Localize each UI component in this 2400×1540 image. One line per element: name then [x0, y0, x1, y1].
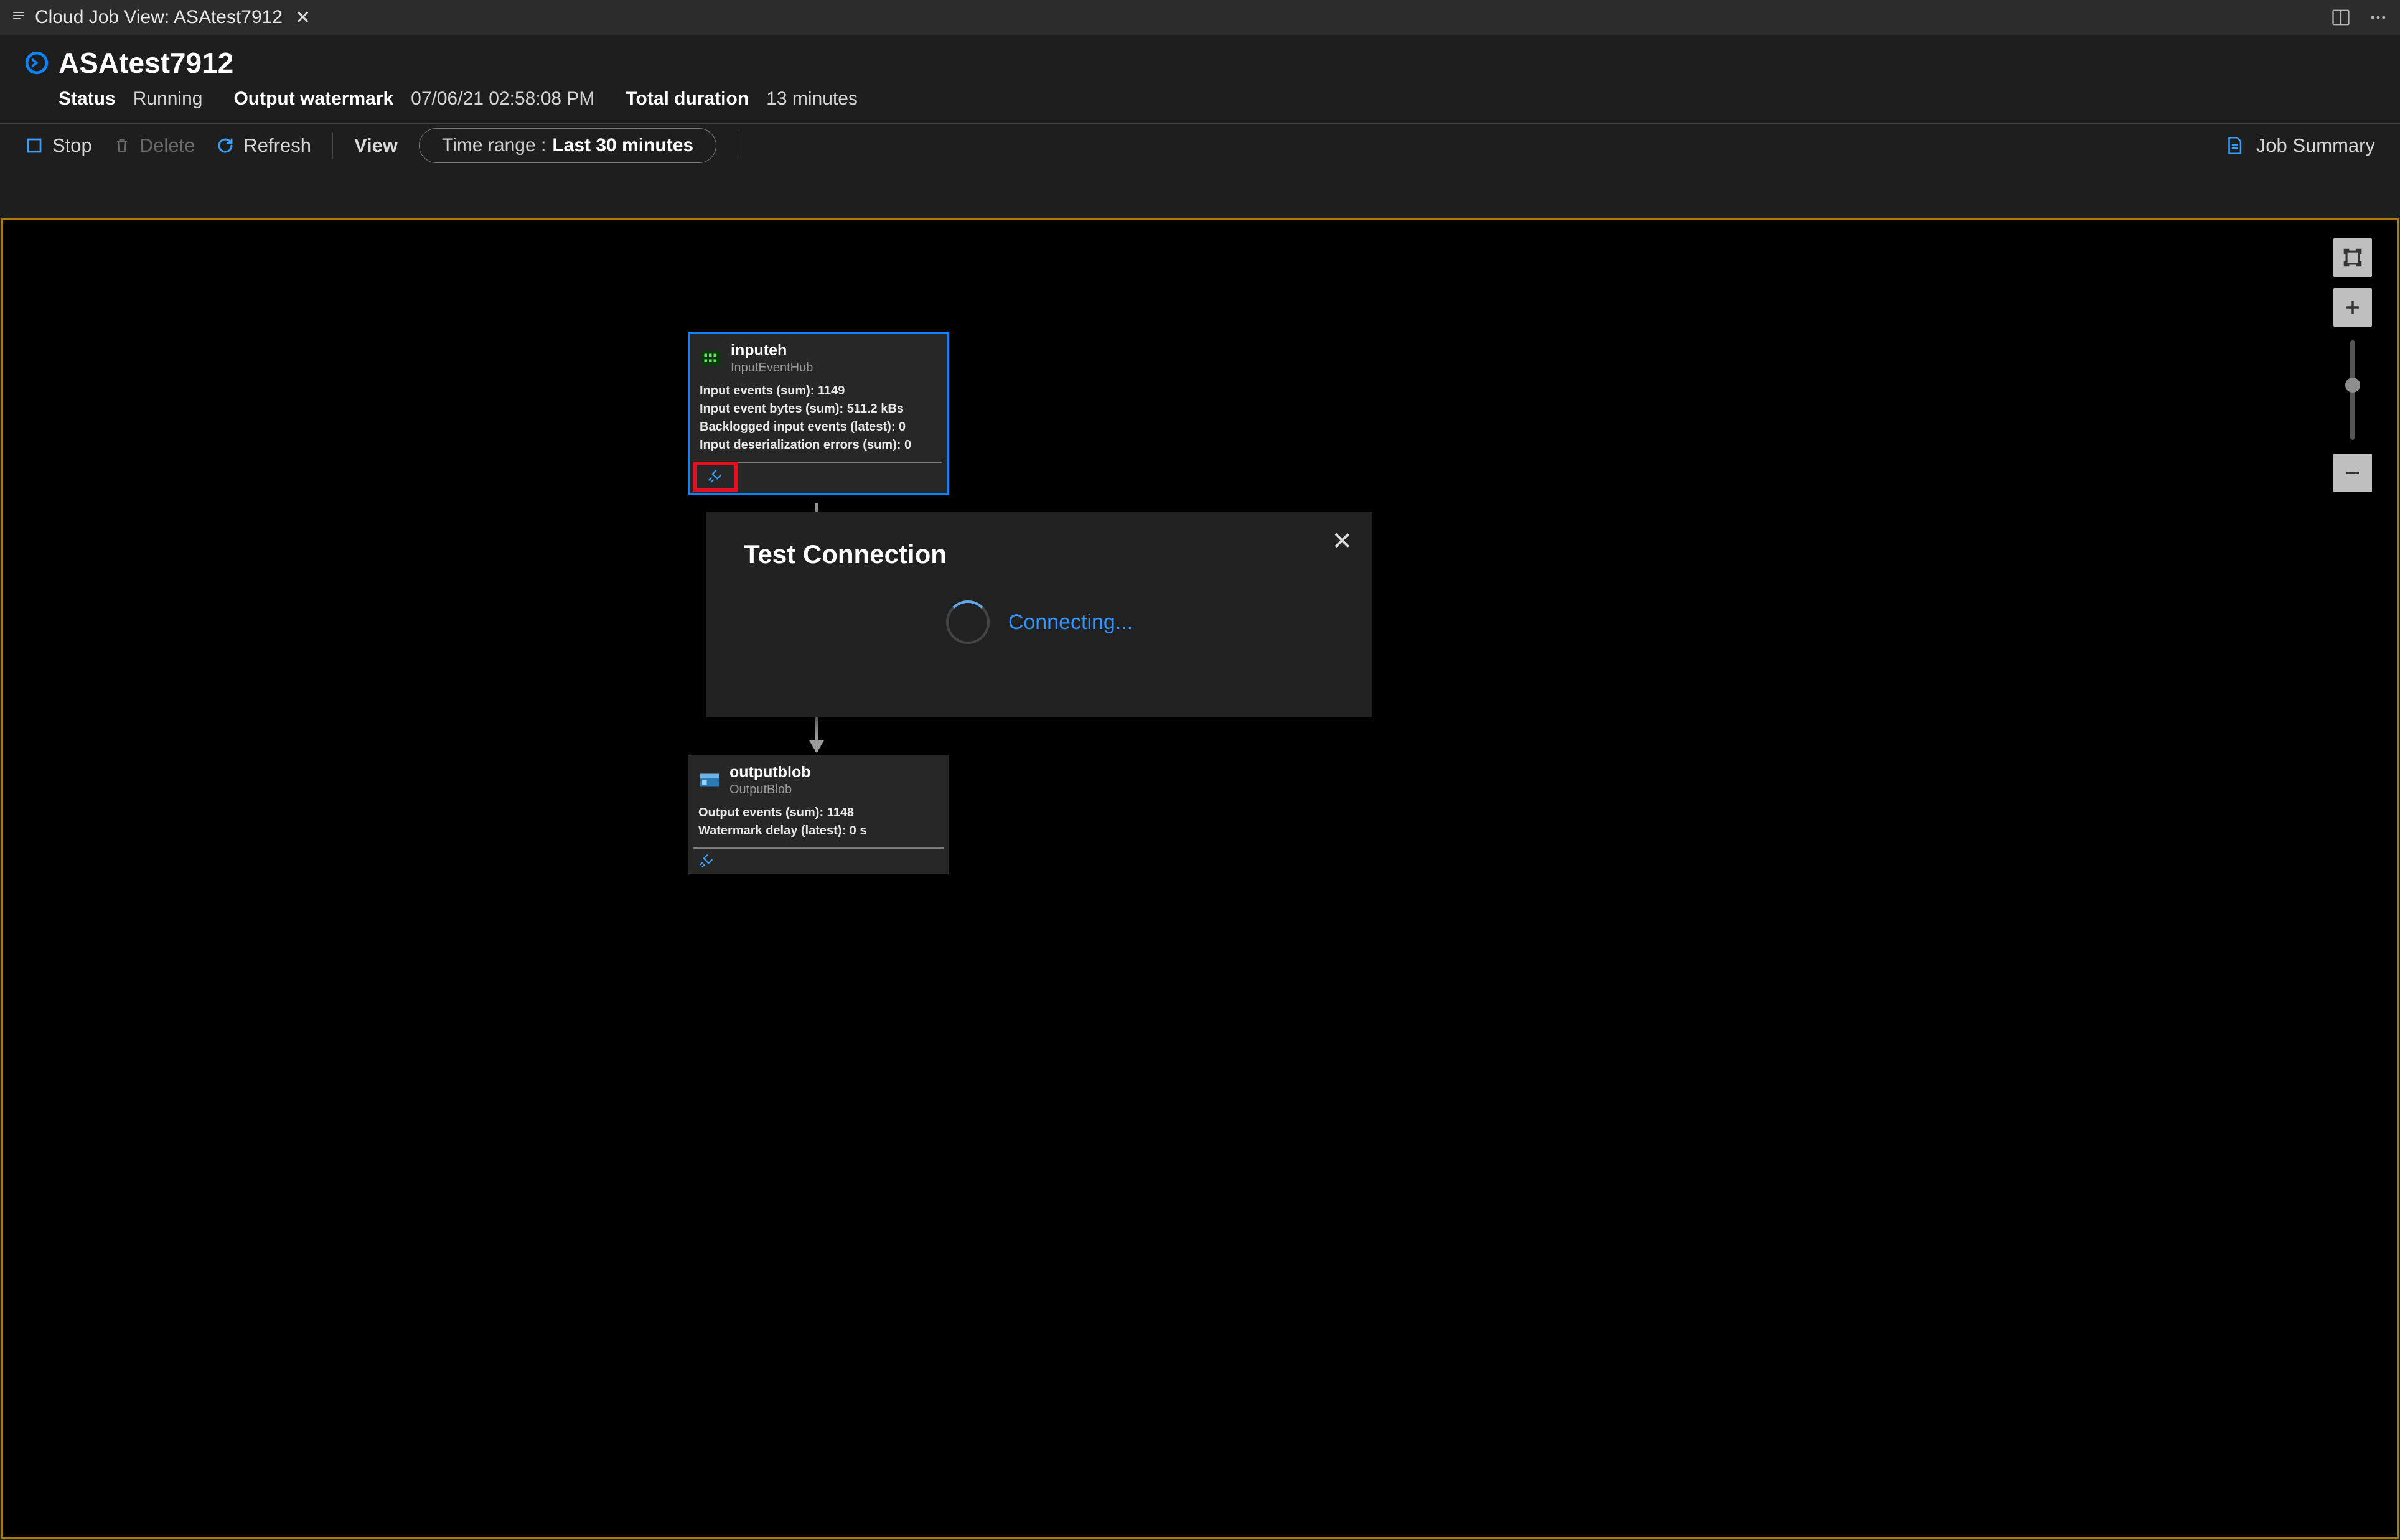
- metric-row: Input events (sum): 1149: [700, 382, 937, 400]
- event-hub-icon: [700, 347, 722, 370]
- input-node[interactable]: inputeh InputEventHub Input events (sum)…: [688, 332, 949, 495]
- output-node-title: outputblob: [729, 764, 811, 782]
- stream-analytics-icon: [25, 51, 49, 75]
- refresh-button[interactable]: Refresh: [216, 134, 311, 157]
- dialog-title: Test Connection: [744, 539, 1335, 569]
- connection-status-text: Connecting...: [1008, 610, 1133, 635]
- toolbar: Stop Delete Refresh View Time range : La…: [0, 123, 2400, 167]
- metric-row: Input event bytes (sum): 511.2 kBs: [700, 400, 937, 418]
- refresh-label: Refresh: [243, 134, 311, 157]
- input-node-subtitle: InputEventHub: [731, 361, 813, 375]
- stop-label: Stop: [52, 134, 92, 157]
- view-button[interactable]: View: [354, 134, 398, 157]
- split-editor-icon[interactable]: [2332, 8, 2350, 27]
- job-header: ASAtest7912 Status Running Output waterm…: [0, 35, 2400, 123]
- metric-row: Watermark delay (latest): 0 s: [698, 822, 939, 840]
- output-node[interactable]: outputblob OutputBlob Output events (sum…: [688, 755, 949, 874]
- tab-title: Cloud Job View: ASAtest7912: [35, 7, 283, 28]
- watermark-value: 07/06/21 02:58:08 PM: [411, 88, 594, 110]
- tab-close-button[interactable]: ✕: [295, 7, 311, 29]
- output-node-subtitle: OutputBlob: [729, 783, 811, 796]
- duration-value: 13 minutes: [766, 88, 858, 110]
- tab-preview-icon: [11, 10, 26, 25]
- time-range-value: Last 30 minutes: [552, 135, 693, 156]
- metric-row: Backlogged input events (latest): 0: [700, 418, 937, 436]
- refresh-icon: [216, 136, 235, 155]
- duration-label: Total duration: [626, 88, 749, 110]
- metric-row: Input deserialization errors (sum): 0: [700, 436, 937, 454]
- job-summary-button[interactable]: Job Summary: [2224, 134, 2375, 157]
- trash-icon: [113, 137, 131, 154]
- dialog-close-button[interactable]: ✕: [1331, 527, 1352, 556]
- test-connection-button[interactable]: [693, 462, 738, 492]
- plug-icon: [695, 850, 717, 872]
- blob-storage-icon: [698, 769, 721, 791]
- watermark-label: Output watermark: [233, 88, 393, 110]
- diagram-canvas[interactable]: inputeh InputEventHub Input events (sum)…: [1, 218, 2399, 1539]
- zoom-out-button[interactable]: [2333, 454, 2372, 492]
- stop-button[interactable]: Stop: [25, 134, 92, 157]
- stop-icon: [25, 136, 44, 155]
- output-node-metrics: Output events (sum): 1148 Watermark dela…: [688, 800, 949, 847]
- plug-icon: [703, 465, 726, 488]
- job-name-heading: ASAtest7912: [59, 46, 233, 80]
- output-test-connection-button[interactable]: [688, 849, 949, 874]
- delete-label: Delete: [139, 134, 195, 157]
- input-node-metrics: Input events (sum): 1149 Input event byt…: [690, 378, 947, 462]
- status-label: Status: [59, 88, 116, 110]
- zoom-in-button[interactable]: [2333, 288, 2372, 327]
- toolbar-separator: [332, 133, 333, 159]
- status-value: Running: [133, 88, 203, 110]
- test-connection-dialog: ✕ Test Connection Connecting...: [706, 512, 1372, 717]
- time-range-label: Time range :: [442, 135, 546, 156]
- spinner-icon: [946, 600, 990, 644]
- delete-button: Delete: [113, 134, 195, 157]
- zoom-slider-thumb[interactable]: [2345, 378, 2360, 393]
- zoom-slider[interactable]: [2350, 340, 2355, 440]
- time-range-picker[interactable]: Time range : Last 30 minutes: [419, 128, 716, 163]
- job-summary-label: Job Summary: [2256, 134, 2375, 157]
- more-icon[interactable]: [2369, 8, 2388, 27]
- input-node-title: inputeh: [731, 342, 813, 360]
- summary-icon: [2224, 135, 2245, 156]
- title-bar: Cloud Job View: ASAtest7912 ✕: [0, 0, 2400, 35]
- zoom-fit-button[interactable]: [2333, 238, 2372, 277]
- zoom-controls: [2333, 238, 2372, 492]
- view-label: View: [354, 134, 398, 157]
- metric-row: Output events (sum): 1148: [698, 804, 939, 822]
